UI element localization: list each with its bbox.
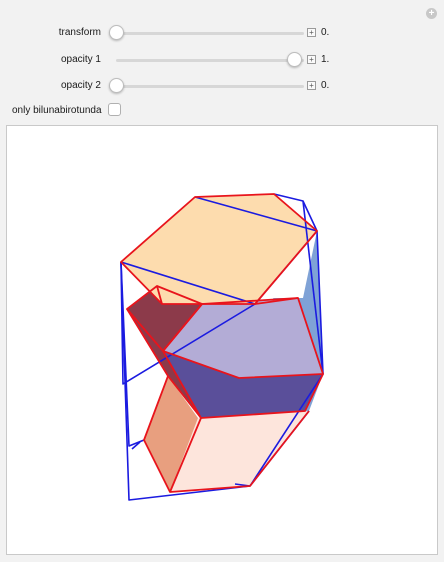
transform-slider[interactable] (116, 32, 304, 35)
transform-control: transform + 0. (0, 23, 444, 43)
opacity1-slider[interactable] (116, 59, 304, 62)
opacity1-slider-thumb[interactable] (287, 52, 302, 67)
graphics-canvas[interactable] (6, 125, 438, 555)
opacity2-slider[interactable] (116, 85, 304, 88)
opacity1-label: opacity 1 (60, 54, 101, 65)
opacity2-slider-thumb[interactable] (109, 78, 124, 93)
bilunabirotunda-control: only bilunabirotunda (0, 101, 444, 121)
bilunabirotunda-checkbox[interactable] (108, 103, 121, 116)
polyhedron-render[interactable] (7, 126, 439, 556)
corner-options-icon[interactable]: + (426, 8, 437, 19)
transform-value: 0. (321, 27, 330, 38)
opacity2-label: opacity 2 (60, 80, 101, 91)
bilunabirotunda-label: only bilunabirotunda (12, 105, 102, 116)
opacity1-control: opacity 1 + 1. (0, 50, 444, 70)
transform-label: transform (58, 27, 101, 38)
opacity2-value: 0. (321, 80, 330, 91)
transform-expand-button[interactable]: + (307, 28, 316, 37)
opacity1-expand-button[interactable]: + (307, 55, 316, 64)
opacity2-expand-button[interactable]: + (307, 81, 316, 90)
face-peach-top (121, 194, 317, 304)
opacity2-control: opacity 2 + 0. (0, 76, 444, 96)
transform-slider-thumb[interactable] (109, 25, 124, 40)
opacity1-value: 1. (321, 54, 330, 65)
